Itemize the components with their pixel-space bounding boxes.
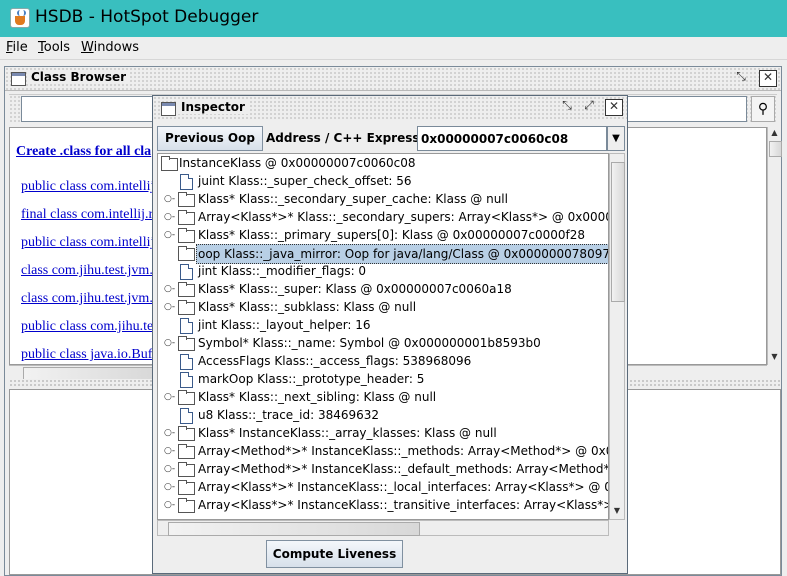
folder-icon	[178, 462, 195, 477]
expand-handle-icon[interactable]: ○-	[164, 208, 175, 226]
class-link[interactable]: public class com.intellij.	[21, 235, 158, 251]
window-title: HSDB - HotSpot Debugger	[35, 7, 259, 27]
field-doc-icon	[180, 318, 193, 334]
expand-handle-icon[interactable]: ○-	[164, 496, 175, 514]
expand-handle-icon[interactable]: ○-	[164, 388, 175, 406]
expand-handle-icon[interactable]: ○-	[164, 190, 175, 208]
field-doc-icon	[180, 372, 193, 388]
scroll-down-icon[interactable]: ▼	[610, 504, 624, 518]
folder-icon	[178, 210, 195, 225]
inspector-frame: Inspector ⤡ ⤢ ✕ Previous Oop Address / C…	[152, 95, 628, 574]
class-link[interactable]: public class com.intellij.	[21, 179, 158, 195]
menu-tools[interactable]: Tools	[38, 40, 70, 55]
scroll-thumb[interactable]	[769, 141, 782, 157]
tree-horizontal-scrollbar[interactable]	[157, 520, 609, 536]
previous-oop-button[interactable]: Previous Oop	[157, 126, 263, 151]
scroll-down-icon[interactable]: ▼	[768, 351, 781, 363]
expand-handle-icon[interactable]: ○-	[164, 334, 175, 352]
field-doc-icon	[180, 408, 193, 424]
folder-icon	[178, 390, 195, 405]
folder-icon	[178, 426, 195, 441]
field-doc-icon	[180, 354, 193, 370]
class-browser-title: Class Browser	[27, 70, 131, 84]
expand-handle-icon[interactable]: ○-	[164, 424, 175, 442]
folder-icon	[178, 228, 195, 243]
class-link[interactable]: final class com.intellij.rt	[21, 207, 157, 223]
expand-handle-icon[interactable]: ○-	[164, 478, 175, 496]
expand-handle-icon[interactable]: ○-	[164, 460, 175, 478]
class-browser-title-bar[interactable]: Class Browser ⤡ ✕	[5, 67, 781, 91]
class-list-vertical-scrollbar[interactable]: ▲ ▼	[767, 127, 782, 365]
folder-icon	[178, 246, 195, 261]
java-cup-icon	[10, 8, 30, 28]
folder-icon	[178, 480, 195, 495]
frame-window-icon	[161, 102, 176, 116]
chevron-down-icon[interactable]: ▼	[607, 126, 625, 151]
menu-windows[interactable]: Windows	[81, 40, 139, 55]
folder-icon	[178, 444, 195, 459]
tree-vertical-scrollbar[interactable]: ▼	[609, 153, 625, 520]
folder-icon	[178, 282, 195, 297]
scroll-up-icon[interactable]: ▲	[768, 127, 781, 139]
folder-icon	[178, 192, 195, 207]
restore-icon[interactable]: ⤡	[733, 70, 749, 85]
folder-icon	[178, 498, 195, 513]
maximize-icon[interactable]: ⤢	[581, 99, 597, 114]
inspector-tree[interactable]: InstanceKlass @ 0x00000007c0060c08 juint…	[157, 153, 609, 520]
field-doc-icon	[180, 264, 193, 280]
close-icon[interactable]: ✕	[759, 70, 777, 87]
class-link[interactable]: class com.jihu.test.jvm.	[21, 291, 153, 307]
compute-liveness-button[interactable]: Compute Liveness	[266, 540, 403, 568]
create-class-link[interactable]: Create .class for all cla	[16, 144, 151, 160]
folder-open-icon	[161, 156, 178, 171]
scroll-thumb[interactable]	[168, 522, 420, 536]
folder-icon	[178, 336, 195, 351]
expand-handle-icon[interactable]: ○-	[164, 298, 175, 316]
scroll-thumb[interactable]	[611, 162, 625, 302]
expand-handle-icon[interactable]: ○-	[164, 442, 175, 460]
inspector-title: Inspector	[177, 100, 249, 114]
class-link[interactable]: public class java.io.Buff	[21, 347, 157, 363]
window-title-bar[interactable]: HSDB - HotSpot Debugger	[0, 0, 787, 37]
iconify-icon[interactable]: ⤡	[559, 99, 575, 114]
expand-handle-icon[interactable]: ○-	[164, 280, 175, 298]
menu-file[interactable]: File	[6, 40, 28, 55]
field-doc-icon	[180, 174, 193, 190]
class-link[interactable]: public class com.jihu.tes	[21, 319, 159, 335]
address-input[interactable]: 0x00000007c0060c08	[417, 126, 607, 151]
expand-handle-icon[interactable]: ○-	[164, 226, 175, 244]
inspector-title-bar[interactable]: Inspector ⤡ ⤢ ✕	[153, 96, 627, 119]
close-icon[interactable]: ✕	[605, 99, 623, 116]
frame-window-icon	[11, 72, 26, 86]
binoculars-icon[interactable]: ⚲	[751, 96, 775, 122]
folder-icon	[178, 300, 195, 315]
menu-bar: File Tools Windows	[0, 37, 787, 60]
class-link[interactable]: class com.jihu.test.jvm.	[21, 263, 153, 279]
